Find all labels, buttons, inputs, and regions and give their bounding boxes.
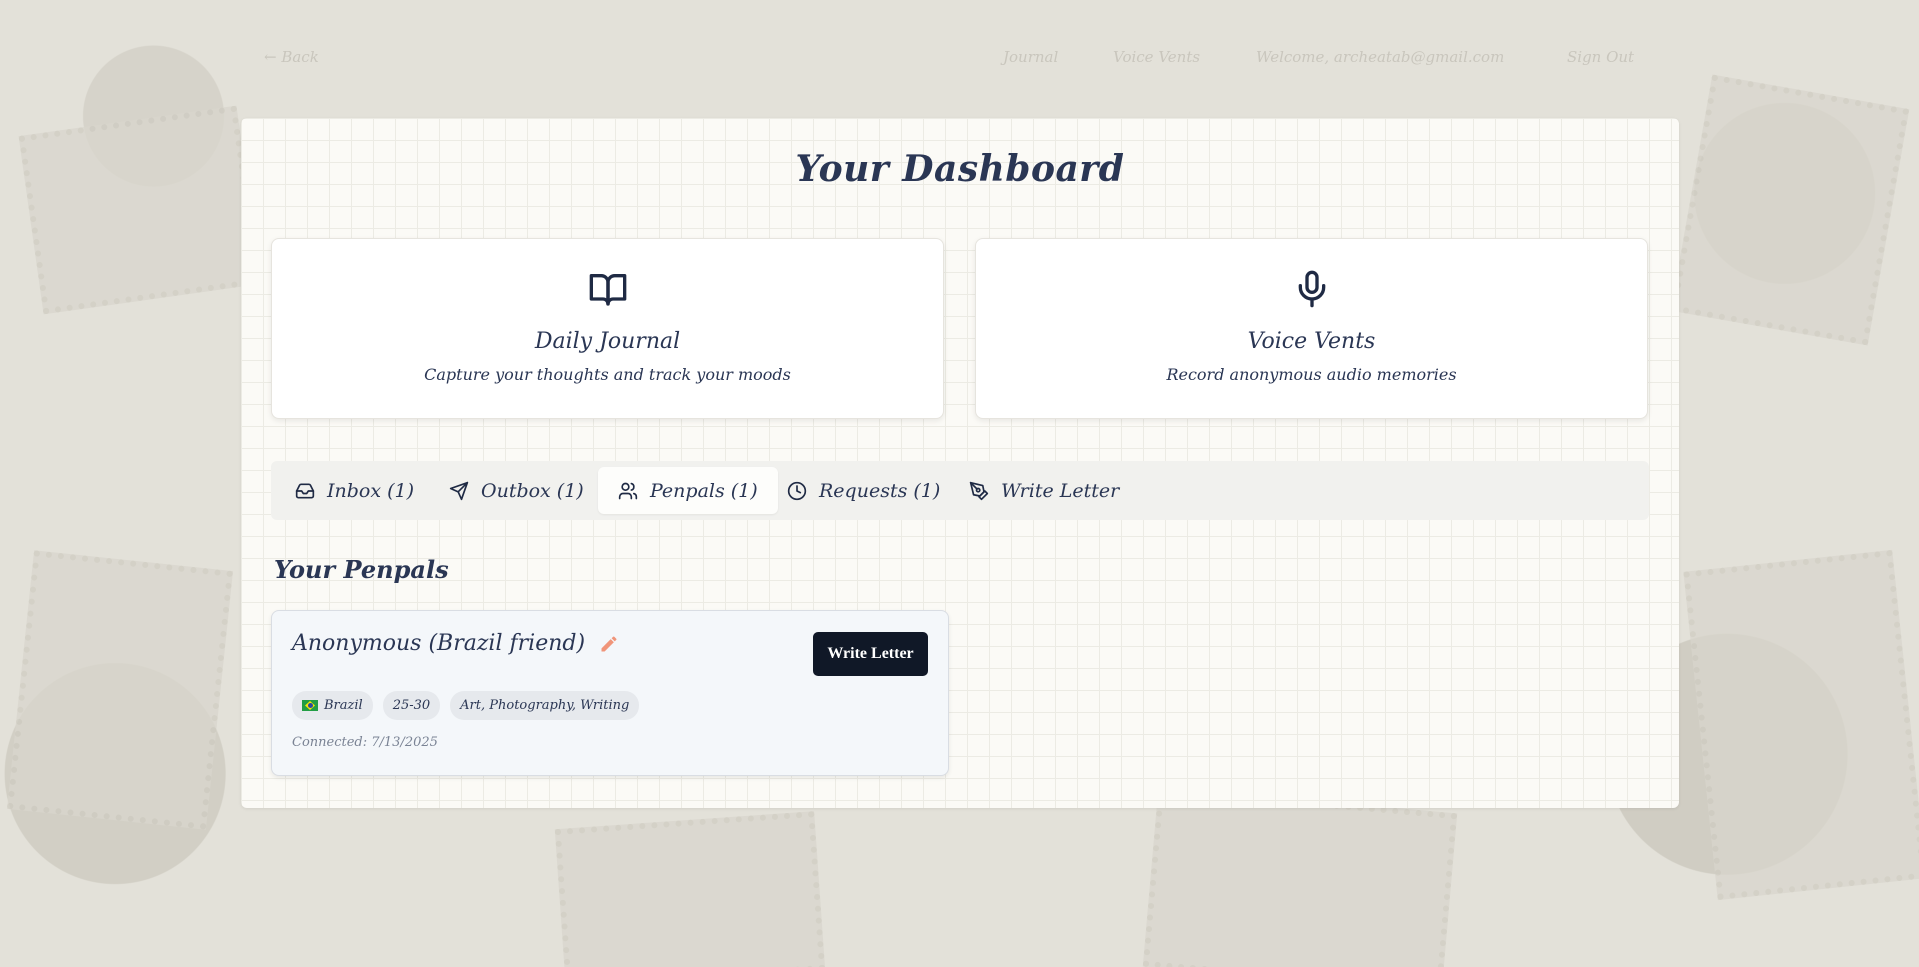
voice-vents-card[interactable]: Voice Vents Record anonymous audio memor… [975,238,1648,419]
penpal-name-row: Anonymous (Brazil friend) [292,631,619,656]
card-description: Capture your thoughts and track your moo… [424,365,791,384]
inbox-icon [295,483,315,498]
brazil-flag-icon [302,700,318,711]
connected-date: Connected: 7/13/2025 [292,735,438,750]
welcome-text: Welcome, archeatab@gmail.com [1256,48,1505,66]
book-open-icon [588,269,628,313]
top-navigation: ← Back Journal Voice Vents Welcome, arch… [0,48,1919,72]
card-description: Record anonymous audio memories [1166,365,1457,384]
card-title: Daily Journal [534,329,681,354]
send-icon [449,481,469,500]
age-badge: 25-30 [382,691,441,720]
write-letter-button[interactable]: Write Letter [813,632,928,676]
country-badge: Brazil [292,691,373,720]
microphone-icon [1292,269,1332,313]
tab-bar: Inbox (1) Outbox (1) Penpals (1) Request… [271,461,1649,520]
tab-penpals[interactable]: Penpals (1) [598,467,778,514]
voice-vents-link[interactable]: Voice Vents [1113,48,1200,66]
section-heading: Your Penpals [274,555,449,584]
tab-outbox[interactable]: Outbox (1) [429,467,604,514]
tab-label: Requests (1) [819,479,941,502]
sign-out-link[interactable]: Sign Out [1567,48,1634,66]
tab-label: Inbox (1) [327,479,415,502]
journal-link[interactable]: Journal [1003,48,1058,66]
tab-write-letter[interactable]: Write Letter [949,467,1139,514]
pencil-icon[interactable] [599,634,619,654]
penpal-tags: Brazil 25-30 Art, Photography, Writing [292,691,640,720]
users-icon [618,482,638,499]
penpal-name: Anonymous (Brazil friend) [292,631,586,656]
dashboard-panel: Your Dashboard Daily Journal Capture you… [241,118,1679,808]
clock-icon [787,481,807,500]
pen-tool-icon [969,481,989,500]
interests-badge: Art, Photography, Writing [450,691,640,720]
country-label: Brazil [324,698,363,713]
penpal-card: Anonymous (Brazil friend) Write Letter B… [271,610,949,776]
back-link[interactable]: ← Back [264,48,319,66]
tab-label: Outbox (1) [481,479,584,502]
tab-inbox[interactable]: Inbox (1) [275,467,434,514]
tab-label: Penpals (1) [650,479,758,502]
page-title: Your Dashboard [795,148,1125,190]
daily-journal-card[interactable]: Daily Journal Capture your thoughts and … [271,238,944,419]
tab-label: Write Letter [1001,479,1120,502]
card-title: Voice Vents [1247,329,1376,354]
tab-requests[interactable]: Requests (1) [767,467,960,514]
